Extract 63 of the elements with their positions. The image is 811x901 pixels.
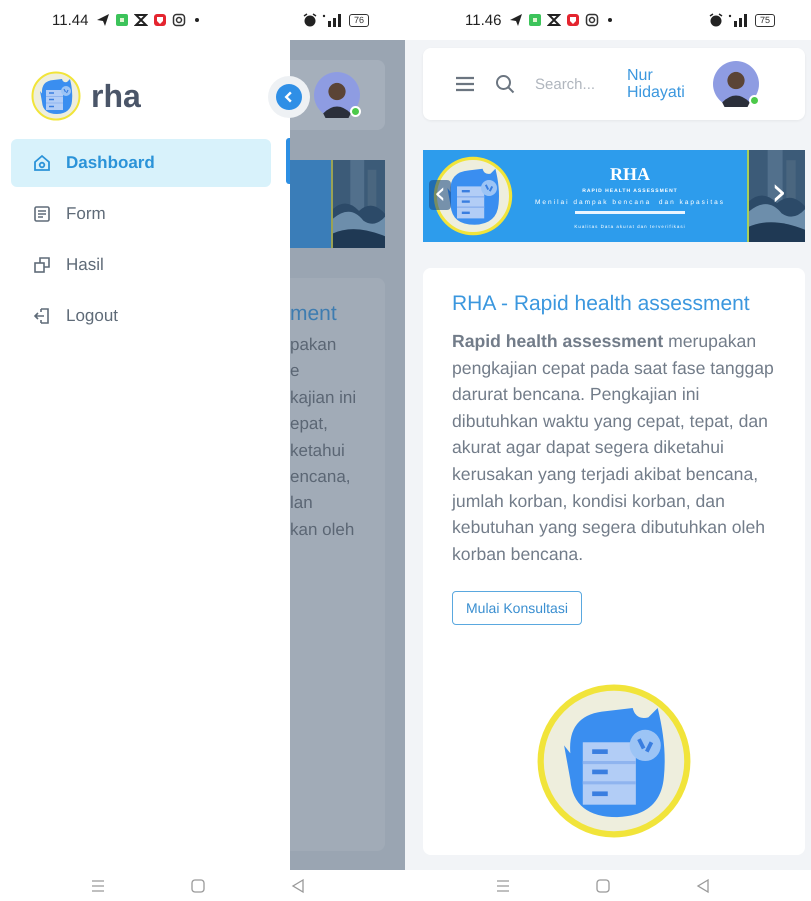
card-text: encana, — [290, 466, 352, 488]
search-icon[interactable] — [495, 74, 515, 94]
signal-icon — [728, 13, 750, 27]
card-text: ketahui — [290, 440, 346, 462]
avatar[interactable] — [713, 61, 759, 107]
sidebar-item[interactable]: Dashboard — [11, 139, 271, 187]
sidebar-item[interactable]: Hasil — [11, 241, 271, 289]
home-icon — [32, 153, 52, 173]
brand-name: rha — [91, 78, 141, 114]
alarm-icon — [302, 13, 317, 27]
avatar[interactable] — [314, 72, 360, 118]
hourglass-icon — [134, 13, 148, 27]
card-text: Rapid health assessment merupakan pengkajian cepat pada saat fase tanggap darurat bencana. Pengkajian ini dibutuhkan waktu yang cepat, tepat, dan akurat agar dapat segera diketahui kerusakan yang terjadi akibat bencana, jumlah korban, kondisi korban, dan kebutuhan yang segera dibutuhkan oleh korban bencana. — [452, 330, 775, 566]
menu-icon[interactable] — [90, 878, 106, 894]
notification-dot-icon — [195, 18, 200, 22]
menu-icon[interactable] — [455, 74, 475, 94]
hourglass-icon — [547, 13, 562, 27]
back-icon[interactable] — [695, 878, 711, 894]
home-button-icon[interactable] — [190, 878, 206, 894]
camera-icon — [585, 13, 600, 27]
send-icon — [96, 13, 110, 27]
battery-indicator: 76 — [348, 14, 369, 26]
clock-time: 11.44 — [52, 12, 88, 28]
card-title: ment — [290, 302, 338, 326]
card-text: e — [290, 360, 300, 382]
online-status-dot — [749, 95, 760, 106]
back-icon[interactable] — [290, 878, 306, 894]
next-slide-button[interactable]: › — [767, 172, 791, 212]
clock-time: 11.46 — [465, 12, 502, 28]
shield-icon — [153, 13, 168, 27]
card-text: epat, — [290, 413, 329, 436]
logout-icon — [32, 306, 52, 326]
alarm-icon — [708, 13, 723, 27]
card-text: kajian ini — [290, 386, 358, 409]
signal-icon — [322, 13, 344, 27]
document-icon — [32, 204, 52, 224]
search-field[interactable]: Search... — [535, 76, 627, 92]
chevron-left-icon — [276, 84, 302, 110]
logo-icon — [31, 71, 81, 121]
shield-icon — [566, 13, 580, 27]
camera-icon — [172, 13, 186, 27]
copy-icon — [32, 255, 52, 275]
banner-title: RHA — [610, 164, 650, 184]
send-icon — [509, 13, 524, 27]
card-text: kan oleh — [290, 518, 356, 541]
user-name: Nur Hidayati — [627, 67, 686, 101]
consultation-button[interactable]: Mulai Konsultasi — [452, 591, 582, 626]
card-title: RHA - Rapid health assessment — [452, 292, 750, 316]
menu-icon[interactable] — [495, 878, 511, 894]
online-status-dot — [350, 106, 361, 117]
scroll-indicator — [286, 138, 290, 184]
sidebar-item[interactable]: Logout — [11, 292, 271, 340]
previous-slide-button[interactable]: ‹ — [429, 180, 451, 210]
notification-dot-icon — [608, 18, 612, 22]
home-button-icon[interactable] — [595, 878, 611, 894]
logo-icon — [433, 156, 513, 236]
card-text: pakan — [290, 334, 338, 356]
app-icon — [115, 13, 130, 27]
app-icon — [528, 13, 542, 27]
battery-indicator: 75 — [754, 14, 775, 26]
card-text: lan — [290, 492, 314, 514]
sidebar-item[interactable]: Form — [11, 190, 271, 238]
logo-icon — [536, 683, 692, 840]
